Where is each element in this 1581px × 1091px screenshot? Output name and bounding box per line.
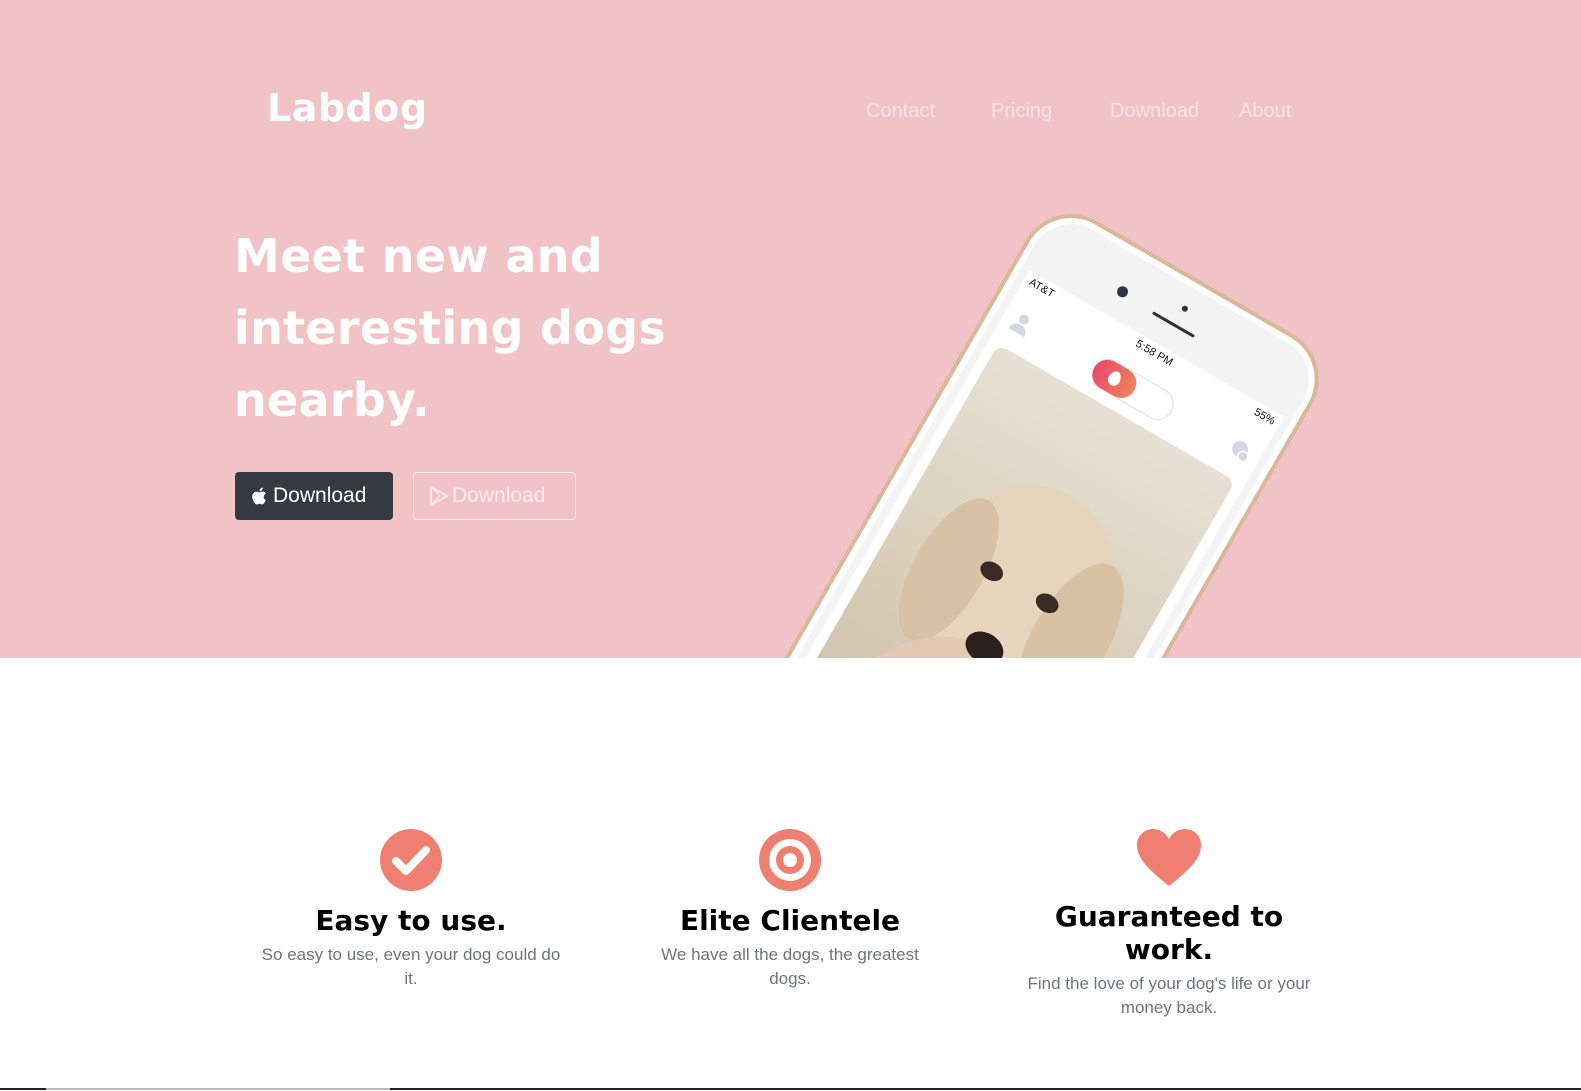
feature-easy-to-use: Easy to use. So easy to use, even your d… xyxy=(261,828,561,991)
checkmark-circle-icon xyxy=(380,829,442,891)
feature-description: Find the love of your dog's life or your… xyxy=(1027,974,1311,1017)
feature-title: Guaranteed to work. xyxy=(1054,900,1284,966)
feature-description: So easy to use, even your dog could do i… xyxy=(261,945,561,988)
feature-title: Elite Clientele xyxy=(679,904,901,937)
phone-screen: AT&T 5:58 PM 55% xyxy=(719,269,1285,658)
phone-frame: AT&T 5:58 PM 55% xyxy=(701,195,1338,658)
phone-camera xyxy=(1115,284,1131,300)
brand-logo[interactable]: Labdog xyxy=(267,86,428,130)
app-store-download-label: Download xyxy=(273,484,367,507)
carrier-label: AT&T xyxy=(1026,276,1057,301)
heart-icon xyxy=(1137,829,1201,886)
app-store-download-button[interactable]: Download xyxy=(235,472,393,520)
target-icon xyxy=(759,829,821,891)
feature-elite-clientele: Elite Clientele We have all the dogs, th… xyxy=(640,828,940,991)
time-label: 5:58 PM xyxy=(1133,337,1175,369)
phone-sensor xyxy=(1180,304,1190,313)
hero-section: Labdog Contact Pricing Download About Me… xyxy=(0,0,1581,658)
play-store-download-label: Download xyxy=(452,484,546,507)
nav-link-pricing[interactable]: Pricing xyxy=(991,100,1052,123)
flame-icon xyxy=(1105,368,1124,388)
feature-guaranteed: Guaranteed to work. Find the love of you… xyxy=(1019,828,1319,1020)
play-store-icon xyxy=(430,486,448,506)
hero-headline: Meet new and interesting dogs nearby. xyxy=(234,229,667,427)
profile-icon xyxy=(1008,314,1029,338)
play-store-download-button[interactable]: Download xyxy=(413,472,576,520)
feature-title: Easy to use. xyxy=(315,904,507,937)
nav-link-about[interactable]: About xyxy=(1239,100,1291,123)
phone-speaker xyxy=(1151,311,1195,338)
bottom-divider xyxy=(0,1088,1581,1090)
nav-link-download[interactable]: Download xyxy=(1110,100,1199,123)
battery-label: 55% xyxy=(1251,406,1277,428)
chat-icon xyxy=(1232,441,1249,463)
apple-icon xyxy=(251,486,269,506)
nav-link-contact[interactable]: Contact xyxy=(866,100,935,123)
feature-description: We have all the dogs, the greatest dogs. xyxy=(661,945,919,988)
